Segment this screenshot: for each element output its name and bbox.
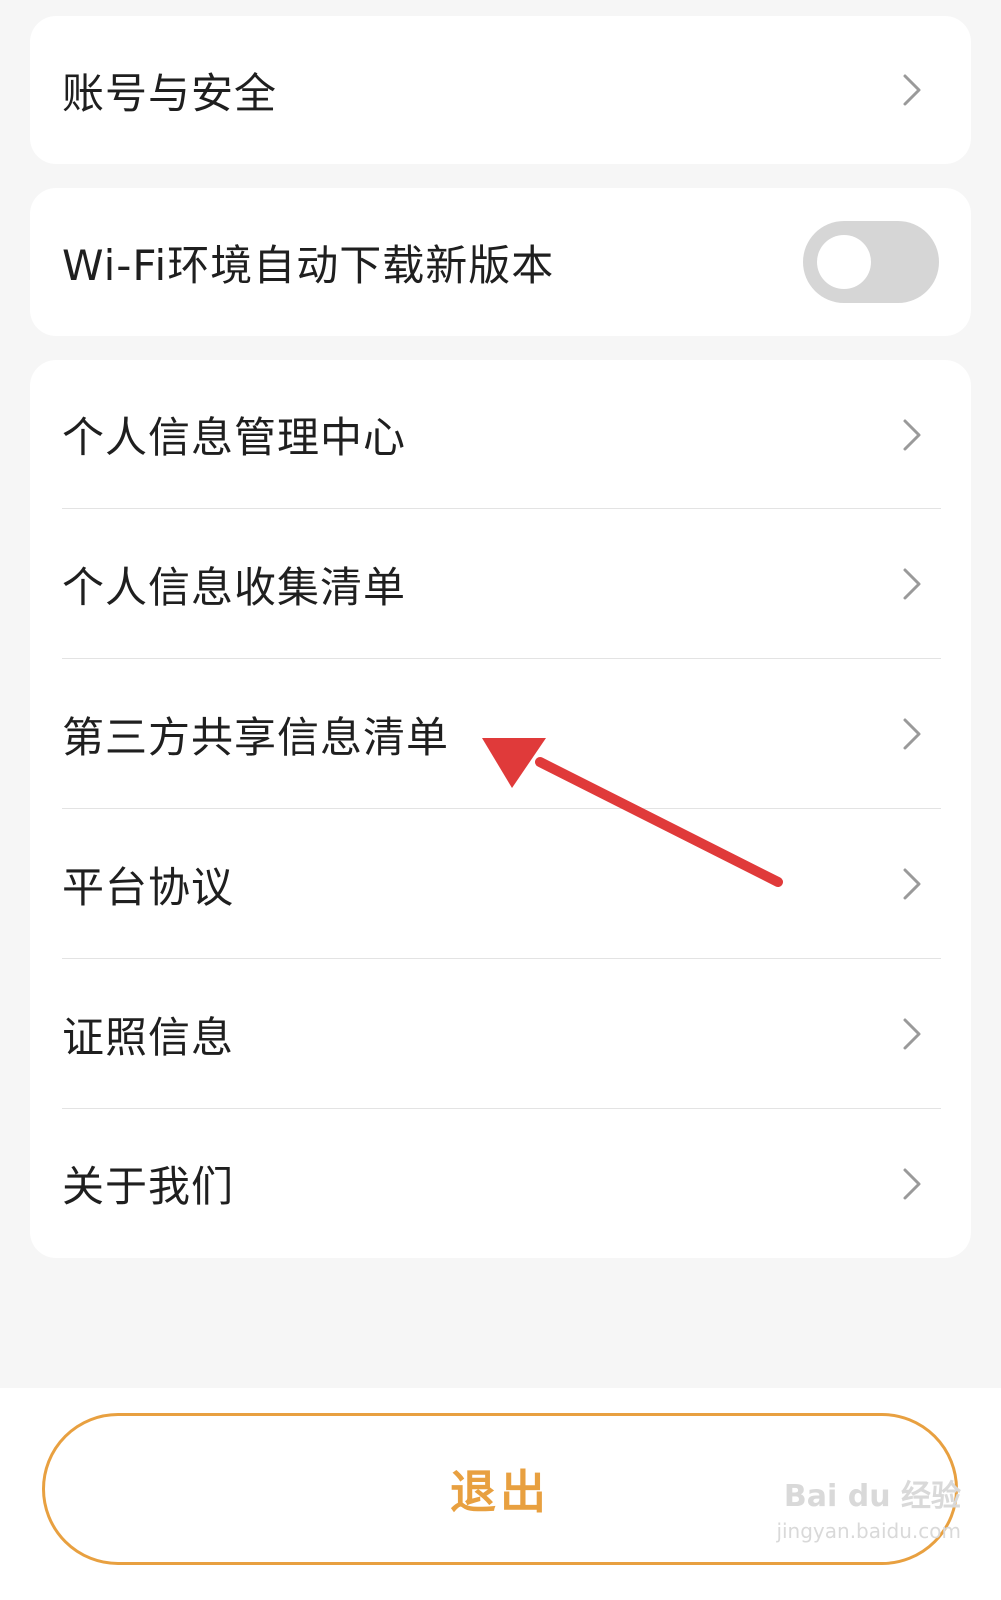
menu-item-third-party-sharing[interactable]: 第三方共享信息清单: [30, 659, 971, 809]
wifi-download-label: Wi-Fi环境自动下载新版本: [62, 240, 555, 290]
menu-item-personal-info-collection[interactable]: 个人信息收集清单: [30, 509, 971, 659]
menu-item-label: 第三方共享信息清单: [62, 712, 450, 762]
account-security-label: 账号与安全: [62, 68, 278, 118]
menu-item-label: 个人信息管理中心: [62, 413, 407, 462]
menu-item-platform-agreement[interactable]: 平台协议: [30, 809, 971, 959]
menu-item-label: 平台协议: [62, 862, 235, 912]
chevron-right-icon: [903, 1018, 921, 1050]
logout-label: 退出: [450, 1465, 550, 1519]
wifi-download-row: Wi-Fi环境自动下载新版本: [30, 188, 971, 336]
menu-item-about-us[interactable]: 关于我们: [30, 1109, 971, 1258]
chevron-right-icon: [903, 568, 921, 600]
chevron-right-icon: [903, 74, 921, 106]
account-security-row[interactable]: 账号与安全: [30, 16, 971, 164]
chevron-right-icon: [903, 419, 921, 450]
watermark-line2: jingyan.baidu.com: [776, 1519, 961, 1543]
menu-item-license-info[interactable]: 证照信息: [30, 959, 971, 1109]
wifi-download-toggle[interactable]: [803, 221, 939, 303]
wifi-download-card: Wi-Fi环境自动下载新版本: [30, 188, 971, 336]
chevron-right-icon: [903, 868, 921, 900]
menu-item-label: 个人信息收集清单: [62, 562, 407, 612]
info-menu-card: 个人信息管理中心 个人信息收集清单 第三方共享信息清单 平台协议 证照信息 关于: [30, 360, 971, 1258]
toggle-knob: [817, 235, 871, 289]
menu-item-personal-info-center[interactable]: 个人信息管理中心: [30, 360, 971, 509]
menu-item-label: 证照信息: [62, 1012, 235, 1062]
account-security-card: 账号与安全: [30, 16, 971, 164]
menu-item-label: 关于我们: [62, 1162, 235, 1211]
chevron-right-icon: [903, 1168, 921, 1199]
chevron-right-icon: [903, 718, 921, 750]
watermark-line1: Bai du 经验: [783, 1479, 961, 1514]
watermark: Bai du 经验 jingyan.baidu.com: [776, 1480, 961, 1548]
